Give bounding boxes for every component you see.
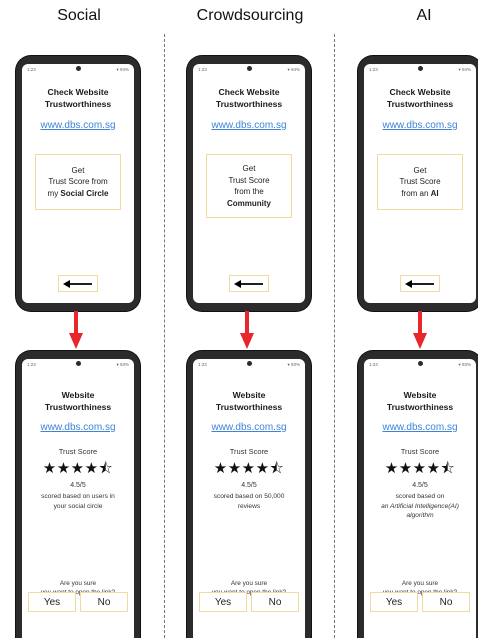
status-battery: ▾ 94%: [458, 67, 471, 72]
yes-button[interactable]: Yes: [199, 592, 247, 612]
camera-notch: [246, 66, 252, 71]
score-basis: scored based on an Artificial Intelligen…: [381, 493, 459, 519]
phone-crowdsourcing-result: 1:23 ▾ 93% Website Trustworthiness www.d…: [187, 351, 311, 638]
camera-notch: [246, 361, 252, 366]
website-link[interactable]: www.dbs.com.sg: [193, 120, 305, 131]
camera-notch: [75, 361, 81, 366]
phone-ai-result: 1:23 ▾ 93% Website Trustworthiness www.d…: [358, 351, 478, 638]
status-battery: ▾ 93%: [116, 362, 129, 367]
phone-ai-check: 1:23 ▾ 94% Check Website Trustworthiness…: [358, 56, 478, 311]
get-trust-score-button[interactable]: Get Trust Score from an AI: [377, 154, 463, 210]
score-basis: scored based on 50,000 reviews: [213, 493, 285, 510]
trust-score-label: Trust Score: [400, 447, 440, 456]
flow-arrow-down-icon: [69, 311, 83, 349]
phone-screen: 1:23 ▾ 93% Website Trustworthiness www.d…: [22, 359, 134, 638]
column-heading-ai: AI: [416, 7, 432, 24]
confirm-buttons: Yes No: [28, 592, 128, 612]
status-battery: ▾ 94%: [287, 67, 300, 72]
star-rating-icon: ★★★★⯪: [213, 460, 285, 477]
column-heading-social: Social: [57, 7, 101, 24]
screen-title: Website Trustworthiness: [44, 390, 112, 412]
phone-crowdsourcing-check: 1:23 ▾ 94% Check Website Trustworthiness…: [187, 56, 311, 311]
arrow-left-icon: [63, 279, 92, 288]
website-link[interactable]: www.dbs.com.sg: [22, 422, 134, 433]
phone-social-result: 1:23 ▾ 93% Website Trustworthiness www.d…: [16, 351, 140, 638]
status-time: 1:23: [369, 362, 378, 367]
status-battery: ▾ 93%: [287, 362, 300, 367]
star-rating-icon: ★★★★⯪: [42, 460, 114, 477]
get-trust-score-button[interactable]: Get Trust Score from my Social Circle: [35, 154, 121, 210]
phone-screen: 1:23 ▾ 93% Website Trustworthiness www.d…: [364, 359, 476, 638]
phone-screen: 1:23 ▾ 94% Check Website Trustworthiness…: [364, 64, 476, 303]
status-battery: ▾ 94%: [116, 67, 129, 72]
phone-social-check: 1:23 ▾ 94% Check Website Trustworthiness…: [16, 56, 140, 311]
screen-title: Check Website Trustworthiness: [386, 87, 454, 109]
column-divider: [334, 34, 335, 638]
rating-value: 4.5/5: [241, 482, 257, 489]
website-link[interactable]: www.dbs.com.sg: [193, 422, 305, 433]
phone-screen: 1:23 ▾ 93% Website Trustworthiness www.d…: [193, 359, 305, 638]
arrow-left-icon: [405, 279, 434, 288]
status-battery: ▾ 93%: [458, 362, 471, 367]
status-time: 1:23: [27, 67, 36, 72]
website-link[interactable]: www.dbs.com.sg: [364, 422, 476, 433]
screen-title: Website Trustworthiness: [215, 390, 283, 412]
phone-screen: 1:23 ▾ 94% Check Website Trustworthiness…: [22, 64, 134, 303]
flow-arrow-down-icon: [413, 311, 427, 349]
confirm-buttons: Yes No: [199, 592, 299, 612]
star-rating-icon: ★★★★⯪: [384, 460, 456, 477]
confirm-buttons: Yes No: [370, 592, 470, 612]
website-link[interactable]: www.dbs.com.sg: [364, 120, 476, 131]
trust-score-label: Trust Score: [58, 447, 98, 456]
back-button[interactable]: [229, 275, 269, 292]
back-button[interactable]: [58, 275, 98, 292]
column-divider: [164, 34, 165, 638]
status-time: 1:23: [198, 362, 207, 367]
screen-title: Check Website Trustworthiness: [215, 87, 283, 109]
camera-notch: [75, 66, 81, 71]
camera-notch: [417, 361, 423, 366]
website-link[interactable]: www.dbs.com.sg: [22, 120, 134, 131]
flow-arrow-down-icon: [240, 311, 254, 349]
trust-score-label: Trust Score: [229, 447, 269, 456]
score-basis: scored based on users in your social cir…: [41, 493, 115, 510]
no-button[interactable]: No: [251, 592, 299, 612]
yes-button[interactable]: Yes: [370, 592, 418, 612]
phone-screen: 1:23 ▾ 94% Check Website Trustworthiness…: [193, 64, 305, 303]
rating-value: 4.5/5: [412, 482, 428, 489]
rating-value: 4.5/5: [70, 482, 86, 489]
screen-title: Website Trustworthiness: [386, 390, 454, 412]
screen-title: Check Website Trustworthiness: [44, 87, 112, 109]
camera-notch: [417, 66, 423, 71]
arrow-left-icon: [234, 279, 263, 288]
no-button[interactable]: No: [80, 592, 128, 612]
status-time: 1:23: [369, 67, 378, 72]
get-trust-score-button[interactable]: Get Trust Score from the Community: [206, 154, 292, 218]
no-button[interactable]: No: [422, 592, 470, 612]
yes-button[interactable]: Yes: [28, 592, 76, 612]
back-button[interactable]: [400, 275, 440, 292]
status-time: 1:23: [198, 67, 207, 72]
column-heading-crowdsourcing: Crowdsourcing: [196, 7, 304, 24]
status-time: 1:23: [27, 362, 36, 367]
